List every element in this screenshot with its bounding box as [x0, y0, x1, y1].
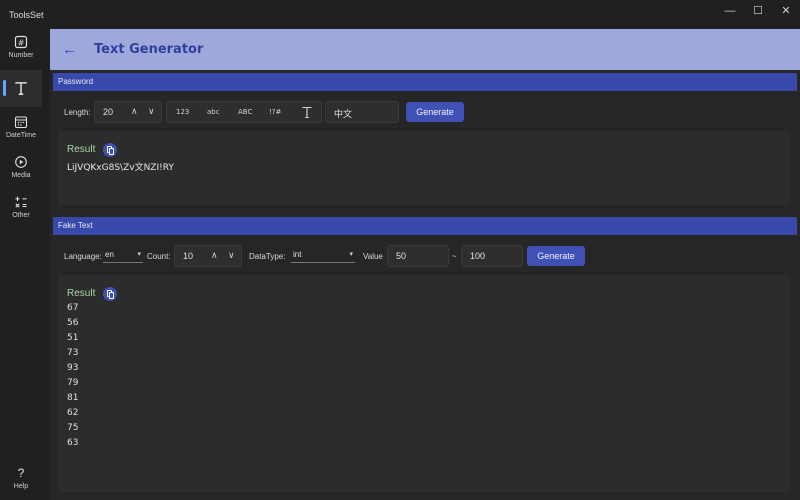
value-min: 50: [396, 251, 407, 261]
password-result-text[interactable]: LiJVQKxG8S\Zv文NZI!RY: [67, 160, 174, 173]
increment-icon[interactable]: ∧: [131, 106, 138, 117]
result-line: 73: [67, 348, 79, 358]
number-icon: #: [14, 35, 28, 49]
page-header: ← Text Generator: [50, 29, 800, 70]
page-title: Text Generator: [94, 42, 204, 57]
other-icon: [15, 196, 27, 208]
toggle-lowercase[interactable]: abc: [207, 108, 220, 116]
fake-text-result-panel: Result 67 56 51 73 93 79 81 62 75 63: [58, 275, 791, 492]
fake-text-result-list[interactable]: 67 56 51 73 93 79 81 62 75 63: [67, 301, 78, 451]
result-line: 56: [67, 318, 79, 328]
extra-chars-input[interactable]: 中文: [325, 101, 399, 123]
language-select[interactable]: en ▾: [103, 247, 143, 263]
custom-chars-icon[interactable]: [301, 106, 313, 119]
minimize-button[interactable]: —: [718, 3, 742, 19]
active-indicator: [3, 80, 6, 96]
close-button[interactable]: ✕: [774, 3, 798, 19]
value-label: Value: [363, 252, 383, 261]
count-value: 10: [183, 251, 194, 261]
fake-text-section-header: Fake Text: [53, 217, 797, 235]
nav-item-datetime[interactable]: DateTime: [0, 115, 42, 149]
copy-icon[interactable]: [103, 287, 117, 301]
length-stepper[interactable]: 20 ∧ ∨: [94, 101, 162, 123]
nav-item-help[interactable]: ? Help: [0, 466, 42, 496]
result-line: 79: [67, 378, 79, 388]
result-line: 93: [67, 363, 79, 373]
password-result-title: Result: [67, 144, 96, 155]
count-label: Count:: [147, 252, 171, 261]
main-panel: ← Text Generator Password Length: 20 ∧ ∨…: [50, 29, 800, 500]
result-line: 81: [67, 393, 79, 403]
result-line: 63: [67, 438, 79, 448]
charset-toggle-group: 123 abc ABC !?#: [166, 101, 322, 123]
language-value: en: [105, 250, 114, 259]
text-icon: [15, 82, 27, 96]
nav-label-number: Number: [8, 52, 34, 59]
value-max: 100: [470, 251, 486, 261]
datatype-select[interactable]: int ▾: [291, 247, 355, 263]
datatype-value: int: [293, 250, 302, 259]
nav-label-media: Media: [11, 172, 31, 179]
value-min-input[interactable]: 50: [387, 245, 449, 267]
media-icon: [15, 156, 27, 168]
password-generate-button[interactable]: Generate: [406, 102, 464, 122]
result-line: 51: [67, 333, 79, 343]
datatype-label: DataType:: [249, 252, 286, 261]
result-line: 67: [67, 303, 79, 313]
svg-text:#: #: [18, 39, 25, 48]
nav-item-text[interactable]: [0, 70, 42, 107]
fake-text-generate-button[interactable]: Generate: [527, 246, 585, 266]
chevron-down-icon: ▾: [349, 251, 353, 258]
toggle-uppercase[interactable]: ABC: [238, 108, 252, 116]
back-button[interactable]: ←: [62, 41, 77, 58]
nav-item-number[interactable]: # Number: [0, 35, 42, 69]
nav-item-other[interactable]: Other: [0, 195, 42, 229]
nav-label-other: Other: [12, 212, 30, 219]
length-value: 20: [103, 107, 114, 117]
title-bar: ToolsSet — ☐ ✕: [0, 0, 800, 29]
decrement-icon[interactable]: ∨: [148, 106, 155, 117]
result-line: 62: [67, 408, 79, 418]
nav-label-datetime: DateTime: [5, 132, 37, 139]
fake-text-result-title: Result: [67, 288, 96, 299]
decrement-icon[interactable]: ∨: [228, 250, 235, 261]
length-label: Length:: [64, 108, 91, 117]
range-separator: ~: [452, 252, 457, 261]
copy-icon[interactable]: [103, 143, 117, 157]
nav-label-help: Help: [13, 483, 29, 490]
toggle-digits[interactable]: 123: [176, 108, 189, 116]
value-max-input[interactable]: 100: [461, 245, 523, 267]
calendar-icon: [14, 116, 28, 129]
extra-chars-value: 中文: [334, 110, 353, 120]
chevron-down-icon: ▾: [137, 251, 141, 258]
result-line: 75: [67, 423, 79, 433]
toggle-symbols[interactable]: !?#: [269, 108, 281, 116]
nav-item-media[interactable]: Media: [0, 155, 42, 189]
maximize-button[interactable]: ☐: [746, 3, 770, 19]
password-section-header: Password: [53, 73, 797, 91]
side-nav: # Number DateTime Media Other ? Help: [0, 29, 42, 500]
help-icon: ?: [17, 466, 25, 480]
password-result-panel: Result LiJVQKxG8S\Zv文NZI!RY: [58, 131, 791, 205]
increment-icon[interactable]: ∧: [211, 250, 218, 261]
app-title: ToolsSet: [9, 10, 44, 20]
language-label: Language:: [64, 252, 102, 261]
count-stepper[interactable]: 10 ∧ ∨: [174, 245, 242, 267]
